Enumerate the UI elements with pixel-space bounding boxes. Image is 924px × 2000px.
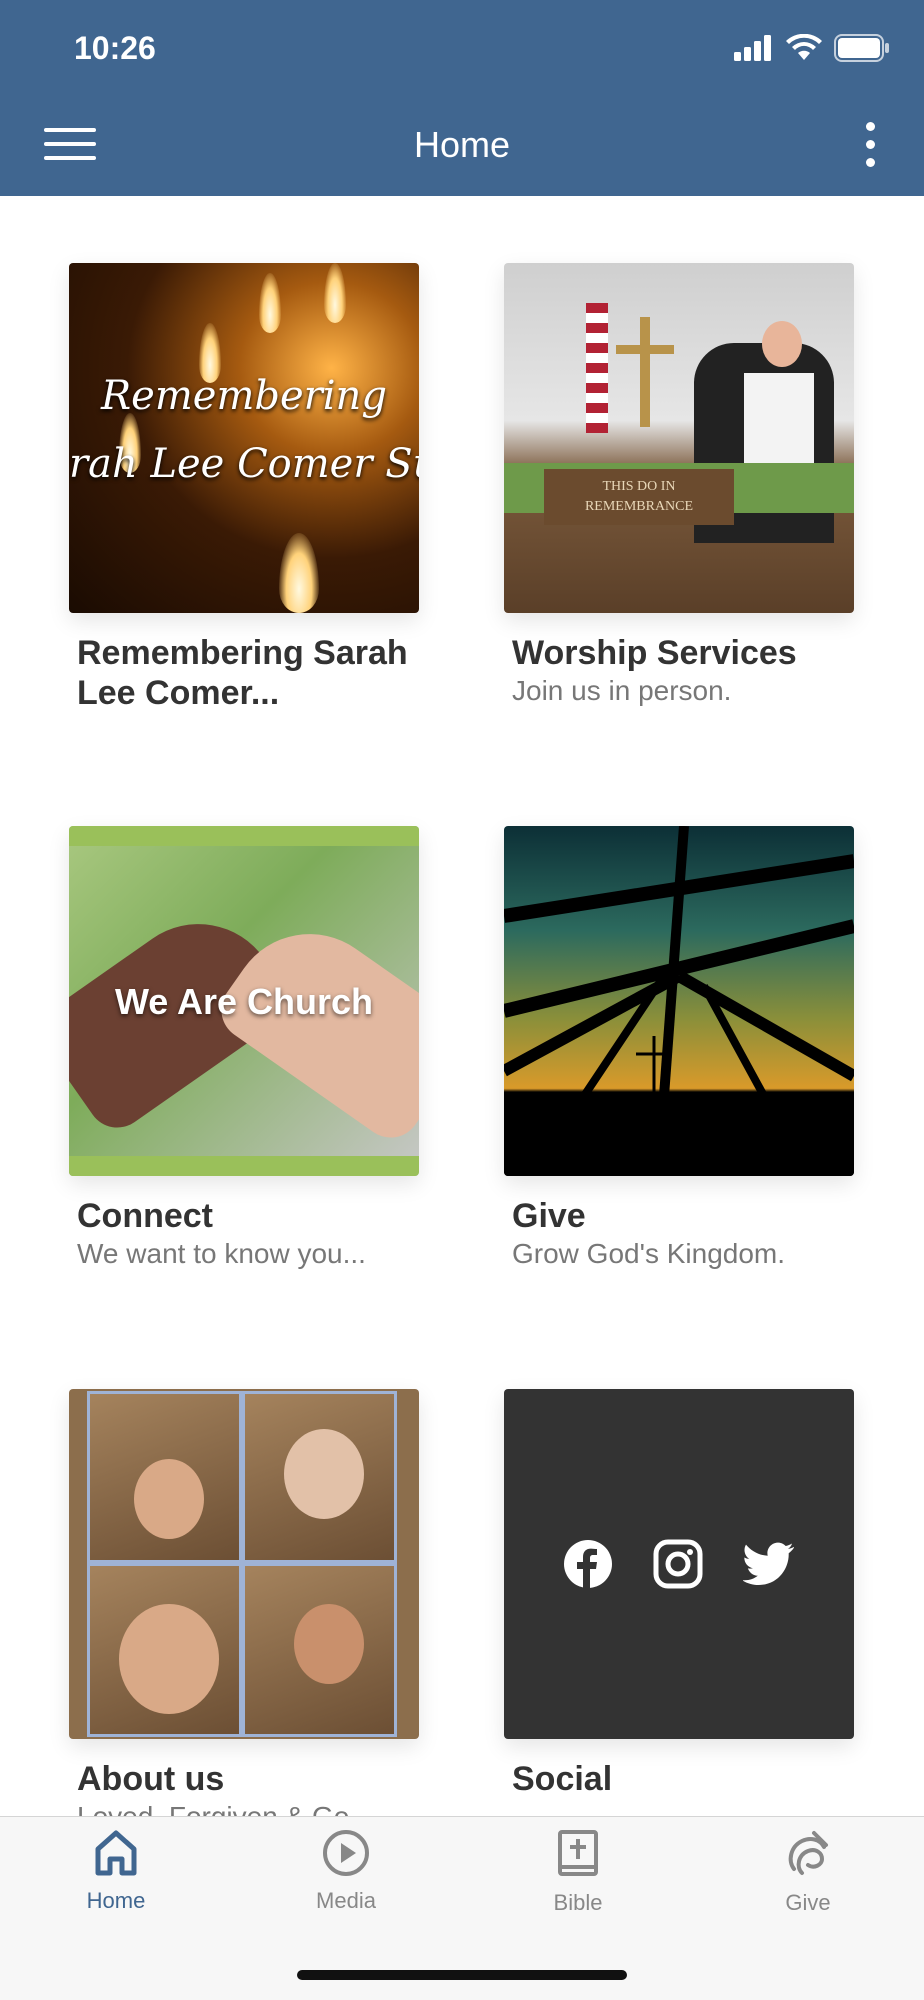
remembering-thumbnail: Remembering rah Lee Comer Sut bbox=[69, 263, 419, 613]
card-title: Connect bbox=[77, 1197, 213, 1235]
bible-icon bbox=[558, 1830, 598, 1876]
battery-icon bbox=[834, 34, 889, 62]
give-thumbnail bbox=[504, 826, 854, 1176]
home-indicator[interactable] bbox=[297, 1970, 627, 1980]
card-connect[interactable]: We Are Church Connect We want to know yo… bbox=[69, 826, 419, 1272]
card-title: Worship Services bbox=[512, 634, 797, 672]
connect-thumbnail: We Are Church bbox=[69, 826, 419, 1176]
about-us-thumbnail bbox=[69, 1389, 419, 1739]
status-icons bbox=[734, 34, 890, 62]
wifi-icon bbox=[786, 34, 822, 60]
tab-label: Bible bbox=[553, 1890, 603, 1915]
status-time: 10:26 bbox=[74, 30, 156, 66]
altar-inscription: THIS DO IN REMEMBRANCE bbox=[544, 469, 734, 525]
app-header: 10:26 Home bbox=[0, 0, 924, 196]
card-subtitle: Grow God's Kingdom. bbox=[512, 1238, 786, 1269]
give-icon bbox=[788, 1831, 828, 1875]
more-options-icon[interactable] bbox=[862, 122, 878, 172]
worship-services-thumbnail: THIS DO IN REMEMBRANCE bbox=[504, 263, 854, 613]
card-about-us[interactable]: About us Loved, Forgiven & Go... bbox=[69, 1389, 419, 1835]
card-worship-services[interactable]: THIS DO IN REMEMBRANCE Worship Services … bbox=[504, 263, 854, 709]
tab-label: Media bbox=[316, 1888, 376, 1913]
tab-media[interactable]: Media bbox=[276, 1829, 416, 1914]
tab-home[interactable]: Home bbox=[46, 1829, 186, 1914]
card-title: Remembering Sarah Lee Comer... bbox=[77, 634, 408, 712]
twitter-icon[interactable] bbox=[743, 1542, 795, 1586]
card-give[interactable]: Give Grow God's Kingdom. bbox=[504, 826, 854, 1272]
tab-label: Home bbox=[86, 1888, 146, 1913]
instagram-icon[interactable] bbox=[653, 1539, 703, 1589]
card-subtitle: We want to know you... bbox=[77, 1238, 366, 1269]
tab-bible[interactable]: Bible bbox=[508, 1829, 648, 1916]
connect-thumb-text: We Are Church bbox=[114, 981, 374, 1022]
remembering-thumb-text: Remembering bbox=[101, 373, 387, 419]
cellular-signal-icon bbox=[734, 35, 771, 61]
card-title: About us bbox=[77, 1760, 225, 1798]
card-remembering[interactable]: Remembering rah Lee Comer Sut Rememberin… bbox=[69, 263, 419, 713]
card-social[interactable]: Social bbox=[504, 1389, 854, 1799]
play-circle-icon bbox=[323, 1830, 369, 1876]
social-thumbnail bbox=[504, 1389, 854, 1739]
card-title: Social bbox=[512, 1760, 613, 1798]
tab-give[interactable]: Give bbox=[738, 1829, 878, 1916]
page-title: Home bbox=[413, 124, 511, 165]
facebook-icon[interactable] bbox=[563, 1539, 613, 1589]
tab-label: Give bbox=[785, 1890, 831, 1915]
remembering-thumb-text-2: rah Lee Comer Sut bbox=[69, 441, 419, 487]
card-title: Give bbox=[512, 1197, 586, 1235]
home-icon bbox=[95, 1830, 137, 1876]
card-subtitle: Join us in person. bbox=[512, 675, 732, 706]
